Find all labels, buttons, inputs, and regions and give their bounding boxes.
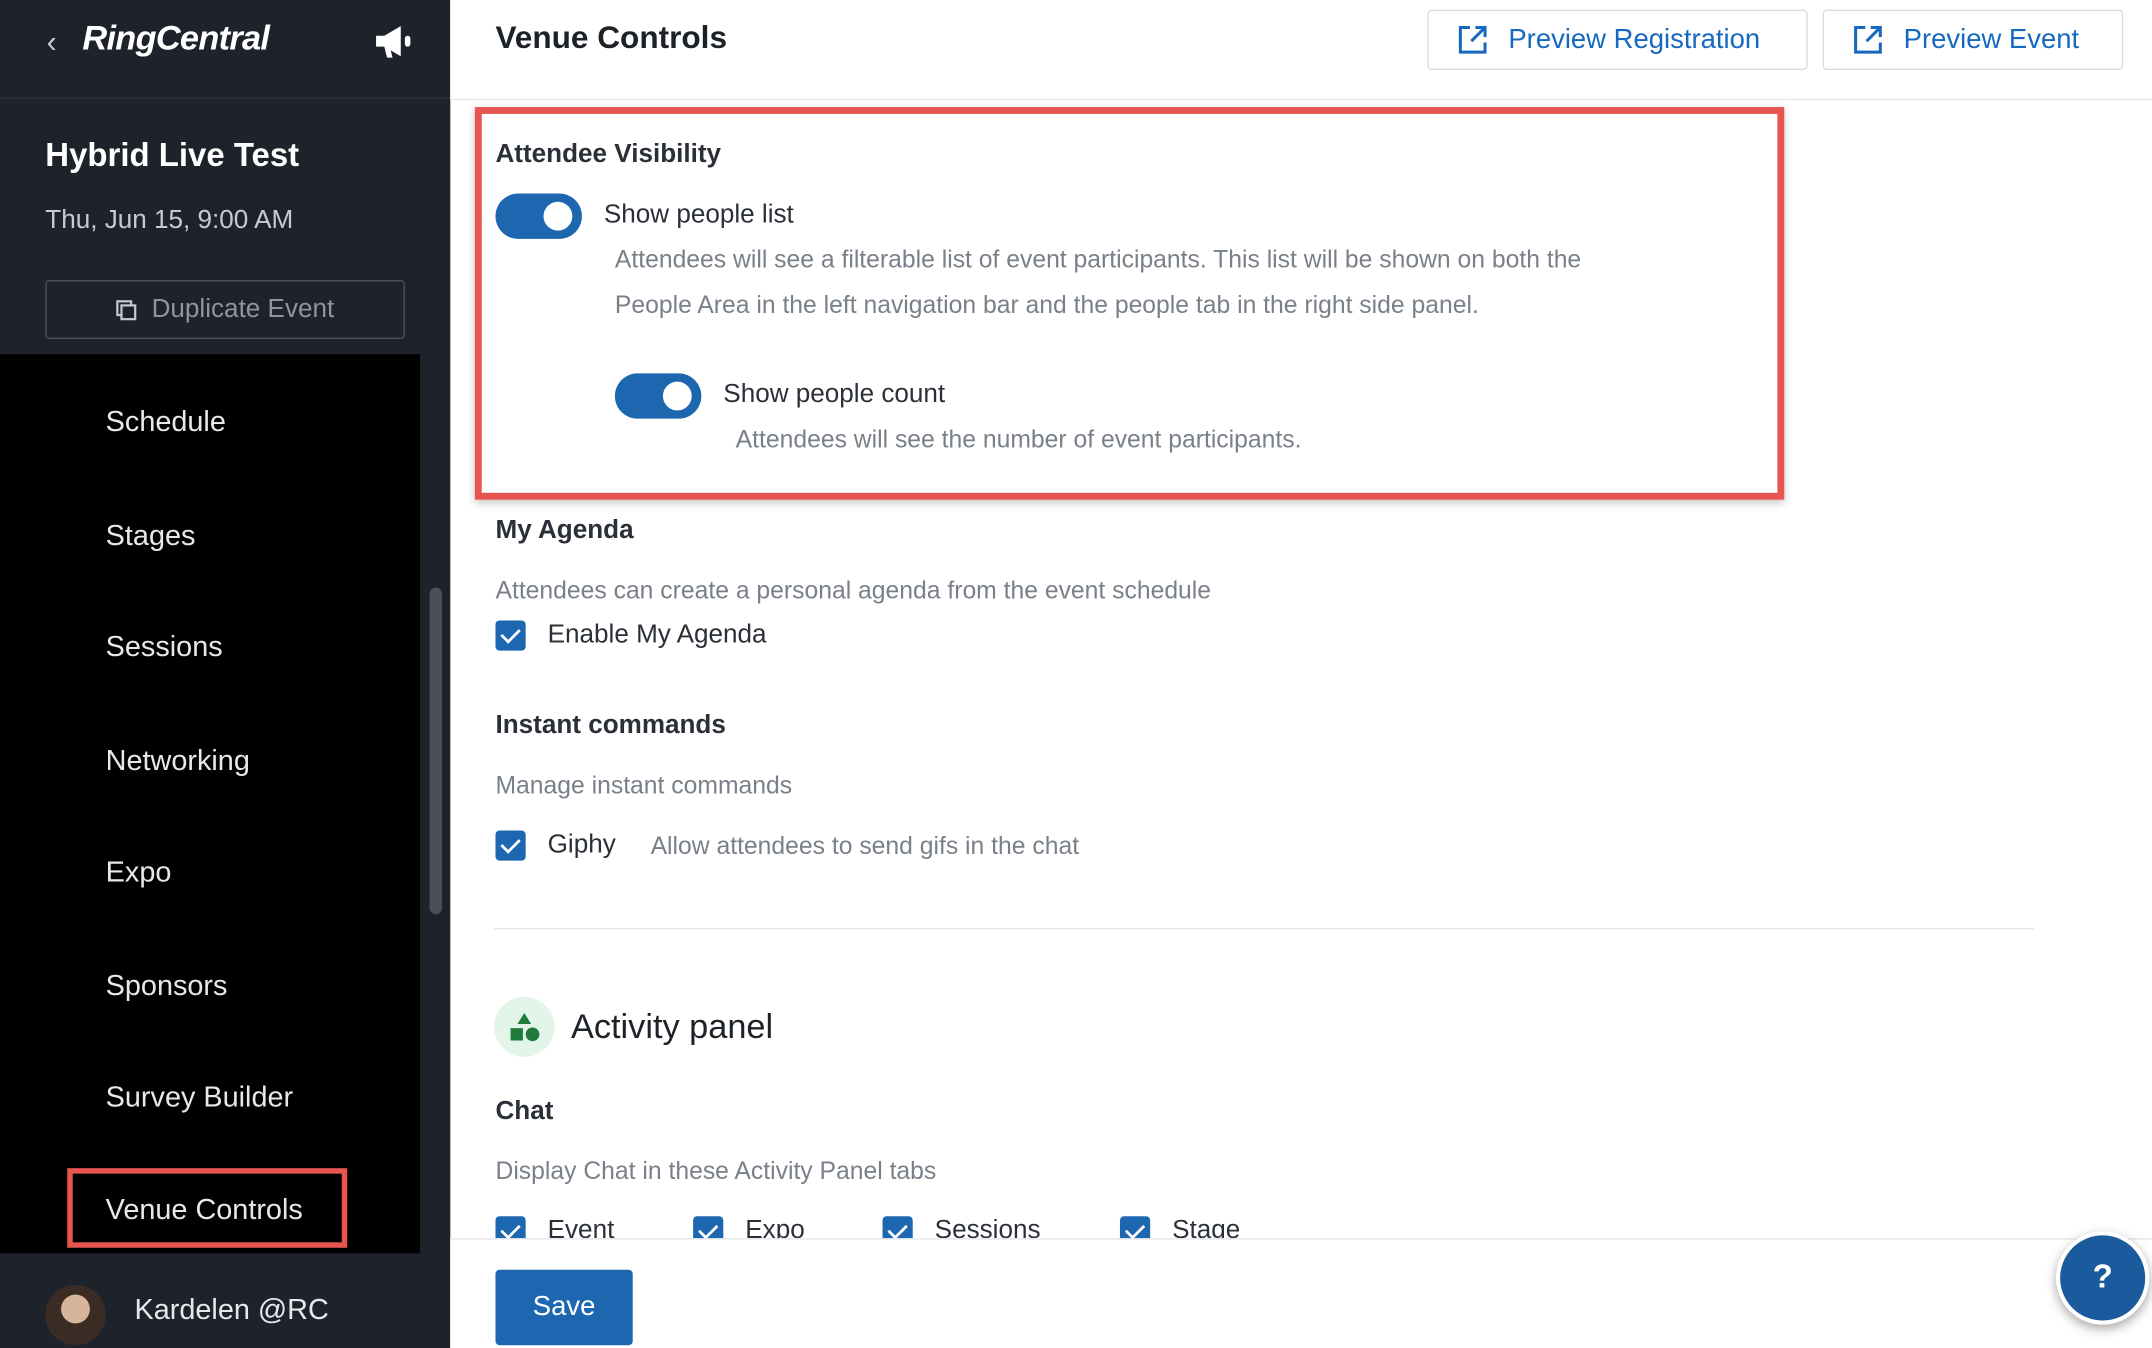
- duplicate-event-button[interactable]: Duplicate Event: [45, 280, 405, 340]
- giphy-label[interactable]: Giphy: [548, 830, 616, 860]
- app-window: ‹ RingCentral Hybrid Live Test Thu, Jun …: [0, 0, 2152, 1348]
- brand-row: ‹ RingCentral: [0, 0, 451, 99]
- shapes-icon: [494, 996, 555, 1057]
- megaphone-icon[interactable]: [371, 19, 420, 63]
- avatar[interactable]: [45, 1284, 106, 1346]
- sidebar: ‹ RingCentral Hybrid Live Test Thu, Jun …: [0, 0, 451, 1348]
- activity-panel-title: Activity panel: [570, 1007, 774, 1046]
- user-name: Kardelen @RC: [134, 1294, 329, 1327]
- preview-registration-button[interactable]: Preview Registration: [1427, 9, 1808, 71]
- external-link-icon: [1854, 25, 1882, 54]
- user-profile[interactable]: Kardelen @RC: [0, 1253, 451, 1348]
- section-divider: [494, 927, 2035, 930]
- sidebar-item-sessions[interactable]: Sessions: [106, 631, 223, 664]
- ringcentral-logo: RingCentral: [82, 19, 270, 58]
- sidebar-item-sponsors[interactable]: Sponsors: [106, 970, 228, 1003]
- instant-commands-desc: Manage instant commands: [495, 771, 793, 799]
- external-link-icon: [1458, 25, 1487, 54]
- event-date: Thu, Jun 15, 9:00 AM: [45, 205, 294, 235]
- sidebar-item-networking[interactable]: Networking: [106, 745, 250, 778]
- chat-desc: Display Chat in these Activity Panel tab…: [495, 1157, 937, 1185]
- sidebar-item-stages[interactable]: Stages: [106, 520, 196, 553]
- save-button[interactable]: Save: [495, 1269, 633, 1346]
- enable-my-agenda-checkbox[interactable]: [495, 620, 526, 651]
- sidebar-header: ‹ RingCentral Hybrid Live Test Thu, Jun …: [0, 0, 451, 355]
- instant-commands-title: Instant commands: [495, 711, 726, 740]
- page-header: Venue Controls Preview Registration Prev…: [450, 0, 2152, 101]
- giphy-checkbox[interactable]: [495, 830, 526, 861]
- page-title: Venue Controls: [495, 19, 728, 55]
- my-agenda-desc: Attendees can create a personal agenda f…: [495, 576, 1212, 604]
- footer-bar: Save: [450, 1238, 2152, 1348]
- enable-my-agenda-label[interactable]: Enable My Agenda: [548, 620, 767, 650]
- help-button[interactable]: ?: [2056, 1231, 2150, 1325]
- active-item-highlight: [67, 1168, 348, 1248]
- sidebar-item-expo[interactable]: Expo: [106, 857, 172, 890]
- duplicate-event-label: Duplicate Event: [151, 294, 335, 324]
- event-title: Hybrid Live Test: [45, 137, 300, 175]
- attendee-visibility-highlight: [474, 107, 1785, 500]
- sidebar-item-survey-builder[interactable]: Survey Builder: [106, 1082, 293, 1115]
- scrollbar-thumb[interactable]: [429, 587, 442, 915]
- preview-registration-label: Preview Registration: [1508, 24, 1761, 55]
- my-agenda-title: My Agenda: [495, 516, 634, 545]
- giphy-desc: Allow attendees to send gifs in the chat: [650, 831, 1080, 860]
- preview-event-label: Preview Event: [1903, 24, 2080, 55]
- sidebar-item-schedule[interactable]: Schedule: [106, 406, 226, 439]
- preview-event-button[interactable]: Preview Event: [1822, 9, 2124, 71]
- chevron-left-icon[interactable]: ‹: [47, 25, 57, 61]
- sidebar-scrollbar[interactable]: [419, 354, 451, 1254]
- copy-icon: [116, 299, 137, 320]
- chat-title: Chat: [495, 1096, 554, 1126]
